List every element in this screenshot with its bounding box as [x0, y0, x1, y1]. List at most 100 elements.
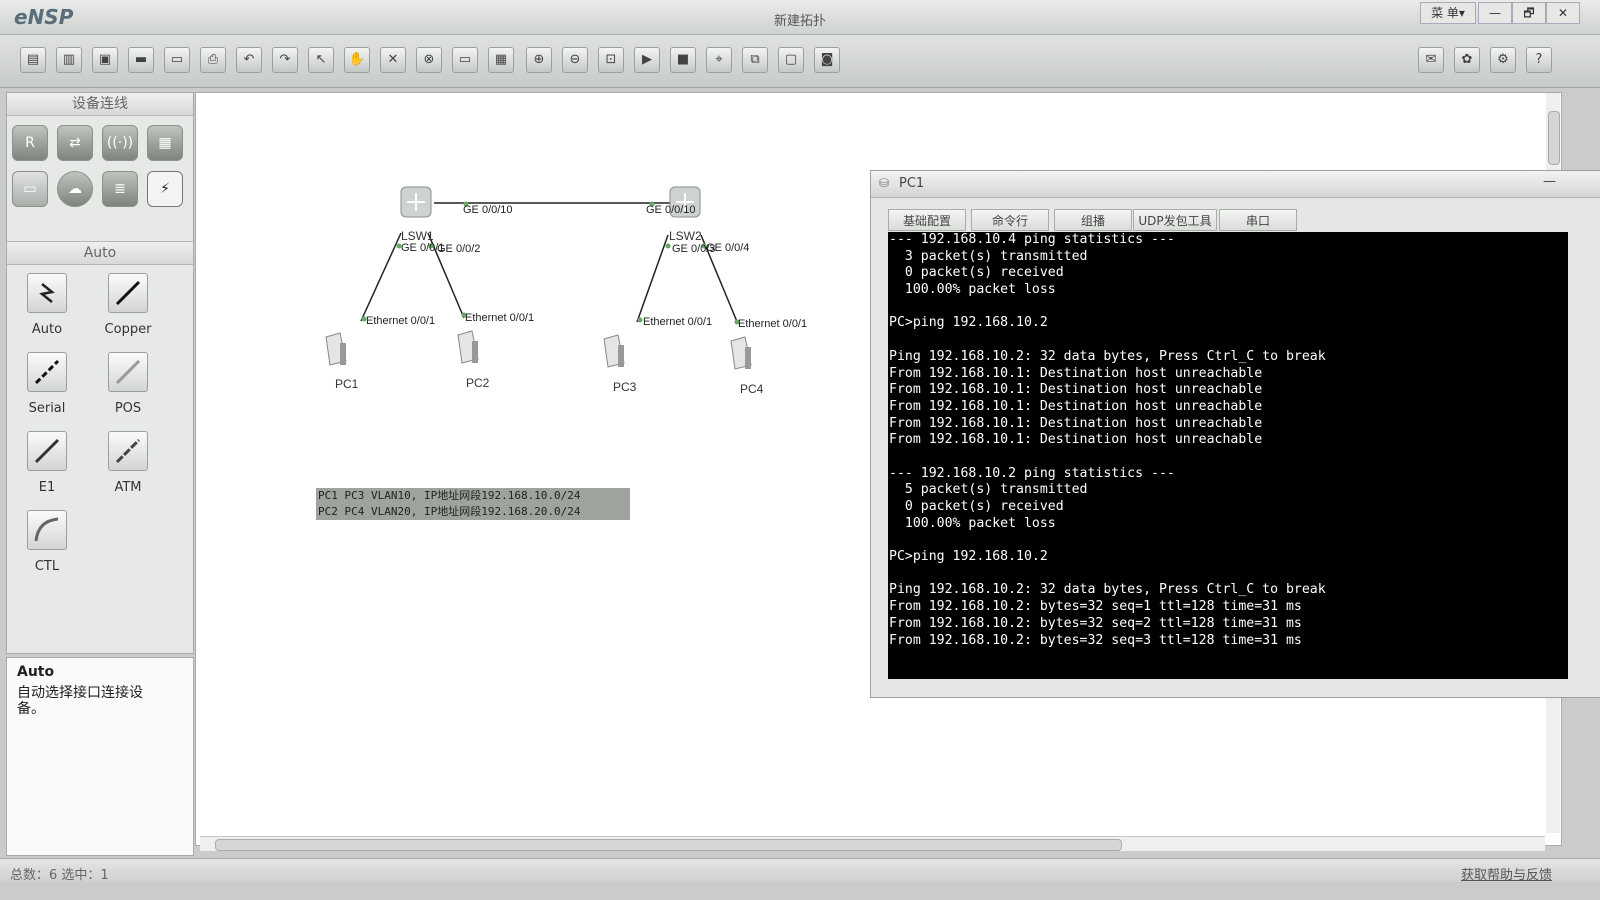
start-device-icon[interactable]: ▶ — [634, 47, 660, 73]
horizontal-scroll-thumb[interactable] — [215, 839, 1122, 851]
port-label-lsw2-uplink: GE 0/0/10 — [646, 204, 696, 216]
terminal-line: Ping 192.168.10.2: 32 data bytes, Press … — [889, 348, 1326, 364]
cable-category-icon[interactable]: ⚡ — [147, 171, 183, 207]
select-icon[interactable]: ↖ — [308, 47, 334, 73]
description-title: Auto — [17, 664, 55, 680]
minimize-button[interactable]: — — [1478, 2, 1512, 24]
tab-udp-tool[interactable]: UDP发包工具 — [1133, 209, 1217, 231]
close-button[interactable]: ✕ — [1546, 2, 1580, 24]
cable-label-copper: Copper — [104, 322, 152, 337]
terminal-output[interactable]: --- 192.168.10.4 ping statistics --- 3 p… — [888, 232, 1568, 679]
screenshot-icon[interactable]: ◙ — [814, 47, 840, 73]
new-topology-icon[interactable]: ▤ — [20, 47, 46, 73]
pos-cable-icon[interactable] — [108, 352, 148, 392]
description-panel: Auto 自动选择接口连接设备。 — [6, 657, 194, 856]
topology-note[interactable]: PC1 PC3 VLAN10, IP地址网段192.168.10.0/24 PC… — [316, 488, 630, 520]
port-label-pc3: Ethernet 0/0/1 — [643, 316, 713, 328]
description-text: 自动选择接口连接设备。 — [17, 685, 143, 717]
terminal-line: 0 packet(s) received — [889, 499, 1064, 514]
terminal-line: --- 192.168.10.2 ping statistics --- — [889, 465, 1175, 481]
zoom-out-icon[interactable]: ⊖ — [562, 47, 588, 73]
status-bar: 总数：6 选中：1 获取帮助与反馈 — [0, 858, 1600, 883]
lsw1-label: LSW1 — [401, 229, 434, 243]
port-label-lsw1-p2: GE 0/0/2 — [437, 243, 481, 255]
help-icon[interactable]: ? — [1526, 47, 1552, 73]
new-example-icon[interactable]: ▥ — [56, 47, 82, 73]
cable-label-auto: Auto — [31, 322, 63, 337]
lsw1-switch-icon[interactable] — [397, 183, 437, 221]
fit-icon[interactable]: ⊡ — [598, 47, 624, 73]
terminal-line: PC>ping 192.168.10.2 — [889, 549, 1048, 565]
note-line-2: PC2 PC4 VLAN20, IP地址网段192.168.20.0/24 — [318, 505, 581, 518]
tab-serial[interactable]: 串口 — [1219, 209, 1297, 231]
switch-icon[interactable]: ⇄ — [57, 125, 93, 161]
huawei-icon[interactable]: ✿ — [1454, 47, 1480, 73]
port-label-pc2: Ethernet 0/0/1 — [465, 312, 535, 324]
restore-button[interactable]: 🗗 — [1512, 2, 1546, 24]
pc4-icon[interactable] — [727, 333, 755, 373]
zoom-in-icon[interactable]: ⊕ — [526, 47, 552, 73]
terminal-line: From 192.168.10.1: Destination host unre… — [889, 415, 1263, 431]
terminal-line: 0 packet(s) received — [889, 265, 1064, 281]
save-icon[interactable]: ▬ — [128, 47, 154, 73]
router-icon[interactable]: R — [12, 125, 48, 161]
device-panel: 设备连线 R ⇄ ((·)) ▦ ▭ ☁ ≣ ⚡ Auto Auto Coppe… — [6, 92, 194, 654]
terminal-line: From 192.168.10.1: Destination host unre… — [889, 382, 1263, 398]
hand-icon[interactable]: ✋ — [344, 47, 370, 73]
delete-all-icon[interactable]: ⊗ — [416, 47, 442, 73]
pc1-icon[interactable] — [322, 329, 350, 369]
tab-multicast[interactable]: 组播 — [1054, 209, 1132, 231]
cable-label-pos: POS — [114, 401, 142, 416]
tab-command-line[interactable]: 命令行 — [971, 209, 1049, 231]
pc-icon[interactable]: ▭ — [12, 171, 48, 207]
firewall-icon[interactable]: ▦ — [147, 125, 183, 161]
save-as-icon[interactable]: ▭ — [164, 47, 190, 73]
cable-label-ctl: CTL — [34, 559, 60, 574]
other-devices-icon[interactable]: ≣ — [102, 171, 138, 207]
palette-icon[interactable]: ▦ — [488, 47, 514, 73]
terminal-line: PC>ping 192.168.10.2 — [889, 315, 1048, 331]
pc1-minimize-button[interactable]: — — [1543, 174, 1556, 189]
menu-button[interactable]: 菜 单▾ — [1420, 2, 1476, 24]
terminal-line: From 192.168.10.2: bytes=32 seq=1 ttl=12… — [889, 599, 1302, 615]
pc2-icon[interactable] — [454, 327, 482, 367]
title-bar: eNSP 新建拓扑 菜 单▾ — 🗗 ✕ — [0, 0, 1600, 35]
terminal-line: From 192.168.10.1: Destination host unre… — [889, 398, 1263, 414]
port-label-pc4: Ethernet 0/0/1 — [738, 318, 808, 330]
serial-cable-icon[interactable] — [27, 352, 67, 392]
delete-icon[interactable]: ✕ — [380, 47, 406, 73]
pc2-label: PC2 — [466, 376, 490, 390]
stop-device-icon[interactable]: ■ — [670, 47, 696, 73]
topology-icon[interactable]: ⧉ — [742, 47, 768, 73]
redo-icon[interactable]: ↷ — [272, 47, 298, 73]
copper-cable-icon[interactable] — [108, 273, 148, 313]
text-icon[interactable]: ▭ — [452, 47, 478, 73]
open-icon[interactable]: ▣ — [92, 47, 118, 73]
cloud-icon[interactable]: ☁ — [57, 171, 93, 207]
print-icon[interactable]: ⎙ — [200, 47, 226, 73]
settings-icon[interactable]: ⚙ — [1490, 47, 1516, 73]
capture-icon[interactable]: ⌖ — [706, 47, 732, 73]
vertical-scroll-thumb[interactable] — [1548, 111, 1560, 165]
show-ports-icon[interactable]: ▢ — [778, 47, 804, 73]
undo-icon[interactable]: ↶ — [236, 47, 262, 73]
port-dot — [637, 317, 643, 323]
horizontal-scrollbar[interactable] — [200, 836, 1545, 851]
atm-cable-icon[interactable] — [108, 431, 148, 471]
auto-cable-icon[interactable] — [27, 273, 67, 313]
pc3-icon[interactable] — [600, 331, 628, 371]
pc1-window-titlebar[interactable]: ⛁ PC1 — — [871, 171, 1600, 198]
pc3-label: PC3 — [613, 380, 637, 394]
tab-basic-config[interactable]: 基础配置 — [888, 209, 966, 231]
help-feedback-link[interactable]: 获取帮助与反馈 — [1461, 864, 1552, 883]
ctl-cable-icon[interactable] — [27, 510, 67, 550]
devices-header: 设备连线 — [7, 93, 193, 116]
e1-cable-icon[interactable] — [27, 431, 67, 471]
auto-header: Auto — [7, 241, 193, 265]
terminal-line: 100.00% packet loss — [889, 515, 1056, 531]
wlan-icon[interactable]: ((·)) — [102, 125, 138, 161]
chat-icon[interactable]: ✉ — [1418, 47, 1444, 73]
toolbar: ▤ ▥ ▣ ▬ ▭ ⎙ ↶ ↷ ↖ ✋ ✕ ⊗ ▭ ▦ ⊕ ⊖ ⊡ ▶ ■ ⌖ … — [0, 35, 1600, 88]
